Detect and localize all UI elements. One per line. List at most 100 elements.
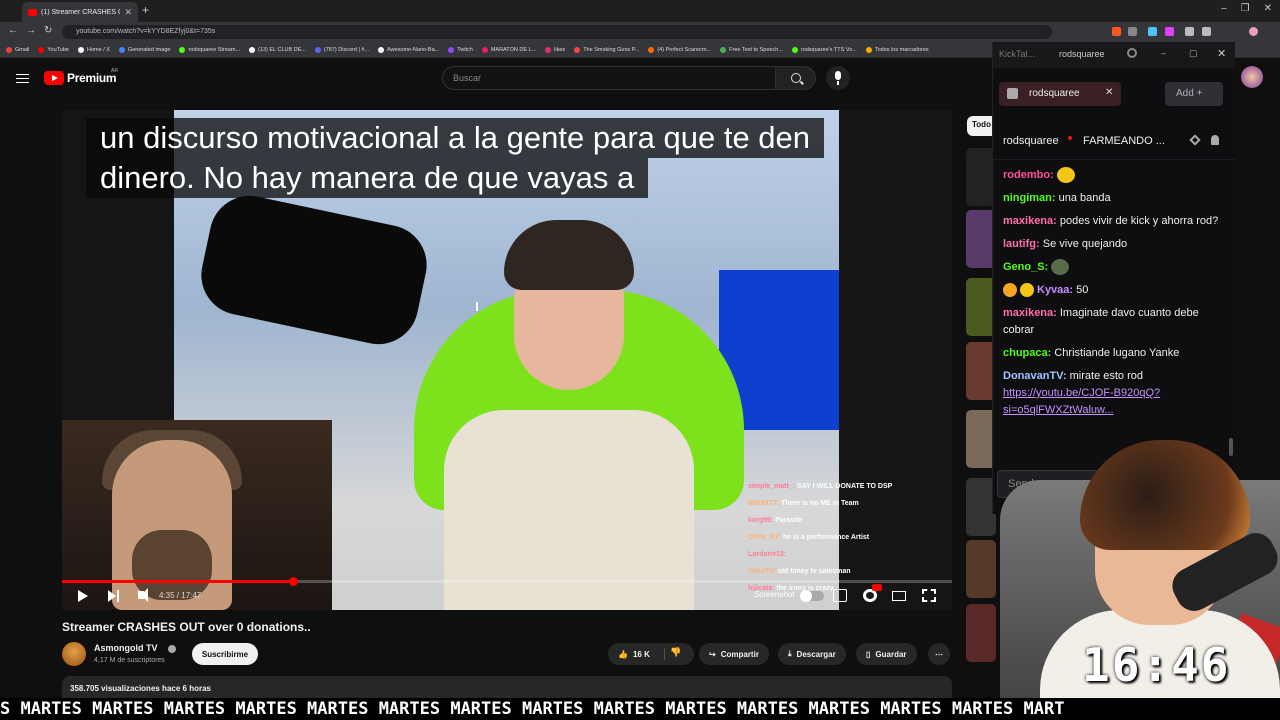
chat-channel-tab[interactable]: rodsquaree ✕ (999, 82, 1121, 106)
extension-icon[interactable] (1112, 27, 1121, 36)
autoplay-toggle[interactable] (800, 590, 824, 602)
tab-close-icon[interactable]: ✕ (1105, 87, 1113, 98)
theater-mode-icon[interactable] (892, 591, 906, 601)
add-channel-button[interactable]: Add + (1165, 82, 1223, 106)
download-button[interactable]: ⤓ Descargar (778, 643, 846, 665)
progress-bar[interactable] (62, 577, 952, 586)
bookmark-item[interactable]: Todos los marcadores (865, 46, 929, 53)
chat-link[interactable]: https://youtu.be/CJOF-B920qQ?si=o5qlFWXZ… (1003, 385, 1225, 419)
verified-icon (168, 645, 176, 653)
chat-close-icon[interactable]: ✕ (1217, 47, 1226, 60)
back-icon[interactable]: ← (8, 25, 18, 36)
bookmark-favicon-icon (314, 46, 321, 53)
chat-username[interactable]: chupaca: (1003, 347, 1051, 359)
play-button[interactable] (78, 590, 88, 602)
bookmark-item[interactable]: (787) Discord | #... (314, 46, 369, 53)
channel-name[interactable]: Asmongold TV (94, 643, 158, 653)
chat-username[interactable]: ningiman: (1003, 192, 1056, 204)
chat-maximize-icon[interactable]: ▢ (1189, 48, 1198, 59)
voice-search-button[interactable] (826, 66, 850, 90)
chat-username[interactable]: lautifg: (1003, 238, 1040, 250)
reload-icon[interactable]: ↻ (44, 25, 52, 36)
subtitles-icon[interactable] (833, 589, 847, 602)
screenshot-button[interactable]: Screenshot (754, 590, 794, 599)
chat-message: Geno_S: (1003, 259, 1225, 276)
next-button[interactable] (108, 590, 120, 602)
chat-message: chupaca: Christiande lugano Yanke (1003, 345, 1225, 362)
dislike-icon[interactable]: 👎 (670, 647, 681, 658)
bookmark-item[interactable]: MARATON DE L... (481, 46, 537, 53)
bookmark-item[interactable]: (13) EL CLUB DE... (249, 46, 306, 53)
browser-profile-icon[interactable] (1249, 27, 1258, 36)
bookmark-item[interactable]: Awesome-Nano-Ba... (378, 46, 439, 53)
embedded-chat-message: b0ltsX77: There is no ME in Team (748, 495, 948, 512)
chat-username[interactable]: maxikena: (1003, 307, 1057, 319)
search-button[interactable] (776, 66, 816, 90)
bookmark-favicon-icon (179, 46, 186, 53)
extension-icon[interactable] (1148, 27, 1157, 36)
bookmark-item[interactable]: rodsquaree's TTS Vo... (791, 46, 857, 53)
youtube-premium-logo[interactable]: Premium (67, 71, 117, 85)
video-player[interactable]: un discurso motivacional a la gente para… (62, 110, 952, 610)
menu-icon[interactable] (16, 71, 29, 86)
forward-icon[interactable]: → (26, 25, 36, 36)
chat-settings-icon[interactable] (1127, 48, 1137, 58)
chat-username[interactable]: rodembo: (1003, 169, 1054, 181)
channel-avatar[interactable] (62, 642, 86, 666)
chat-message: rodembo: (1003, 167, 1225, 184)
avatar[interactable] (1241, 66, 1263, 88)
bookmark-item[interactable]: Twitch (448, 46, 473, 53)
extension-icon[interactable] (1165, 27, 1174, 36)
volume-icon[interactable] (138, 588, 148, 602)
youtube-logo-icon[interactable] (44, 71, 64, 85)
chat-username[interactable]: DonavanTV: (1003, 370, 1067, 382)
like-count: 16 K (632, 649, 650, 659)
chat-username[interactable]: maxikena: (1003, 215, 1057, 227)
subtitle-line-2: dinero. No hay manera de que vayas a (86, 158, 649, 198)
subscribe-button[interactable]: Suscribirme (192, 643, 258, 665)
bookmark-favicon-icon (38, 46, 45, 53)
url-field[interactable]: youtube.com/watch?v=kYYD8EZfyj0&t=735s (62, 25, 1052, 39)
share-button[interactable]: ↪ Compartir (699, 643, 769, 665)
chat-minimize-icon[interactable]: – (1161, 48, 1166, 58)
bookmark-item[interactable]: rodsquaree Stream... (179, 46, 240, 53)
bookmark-favicon-icon (249, 46, 256, 53)
bookmark-item[interactable]: likes (545, 46, 566, 53)
bookmark-item[interactable]: Free Text to Speech... (720, 46, 783, 53)
extension-icon[interactable] (1128, 27, 1137, 36)
bookmark-label: likes (554, 46, 566, 53)
bookmark-favicon-icon (720, 46, 727, 53)
ticker-bar: S MARTES MARTES MARTES MARTES MARTES MAR… (0, 698, 1280, 720)
tab-close-icon[interactable]: ✕ (124, 7, 132, 18)
extension-icon[interactable] (1202, 27, 1211, 36)
chat-username[interactable]: Kyvaa: (1037, 284, 1073, 296)
chat-text: Christiande lugano Yanke (1054, 347, 1180, 359)
bookmark-item[interactable]: (4) Perfect Scarecro... (648, 46, 711, 53)
pin-icon[interactable] (1189, 134, 1201, 146)
chat-text: Se vive quejando (1042, 238, 1128, 250)
youtube-favicon-icon (28, 8, 37, 16)
share-icon: ↪ (709, 649, 716, 659)
minimize-icon[interactable]: – (1221, 3, 1227, 14)
bookmark-label: Todos los marcadores (874, 46, 929, 53)
browser-tab-active[interactable]: (1) Streamer CRASHES OUT over 0 donation… (22, 2, 138, 22)
maximize-icon[interactable]: ❐ (1241, 3, 1250, 14)
bookmark-item[interactable]: The Smoking Guns P... (574, 46, 639, 53)
close-window-icon[interactable]: ✕ (1264, 3, 1272, 14)
embedded-chat-message: Lordarie13: (748, 546, 948, 563)
chat-channel-name[interactable]: rodsquaree (1003, 135, 1059, 147)
save-button[interactable]: ▯ Guardar (856, 643, 917, 665)
bookmark-label: MARATON DE L... (490, 46, 537, 53)
embedded-chat-text: he is a performance Artist (783, 534, 870, 541)
chat-username[interactable]: Geno_S: (1003, 261, 1048, 273)
user-icon[interactable] (1211, 135, 1219, 145)
extension-icon[interactable] (1185, 27, 1194, 36)
embedded-chat-message: YohnTV: old timey tv salesman (748, 563, 948, 580)
bookmark-item[interactable]: Gmail (6, 46, 29, 53)
bookmark-item[interactable]: Generated image (118, 46, 170, 53)
bookmark-item[interactable]: YouTube (38, 46, 69, 53)
embedded-chat-text: old timey tv salesman (777, 568, 851, 575)
search-input[interactable]: Buscar (442, 66, 776, 90)
bookmark-item[interactable]: Home / X (78, 46, 110, 53)
new-tab-icon[interactable]: + (142, 3, 149, 17)
